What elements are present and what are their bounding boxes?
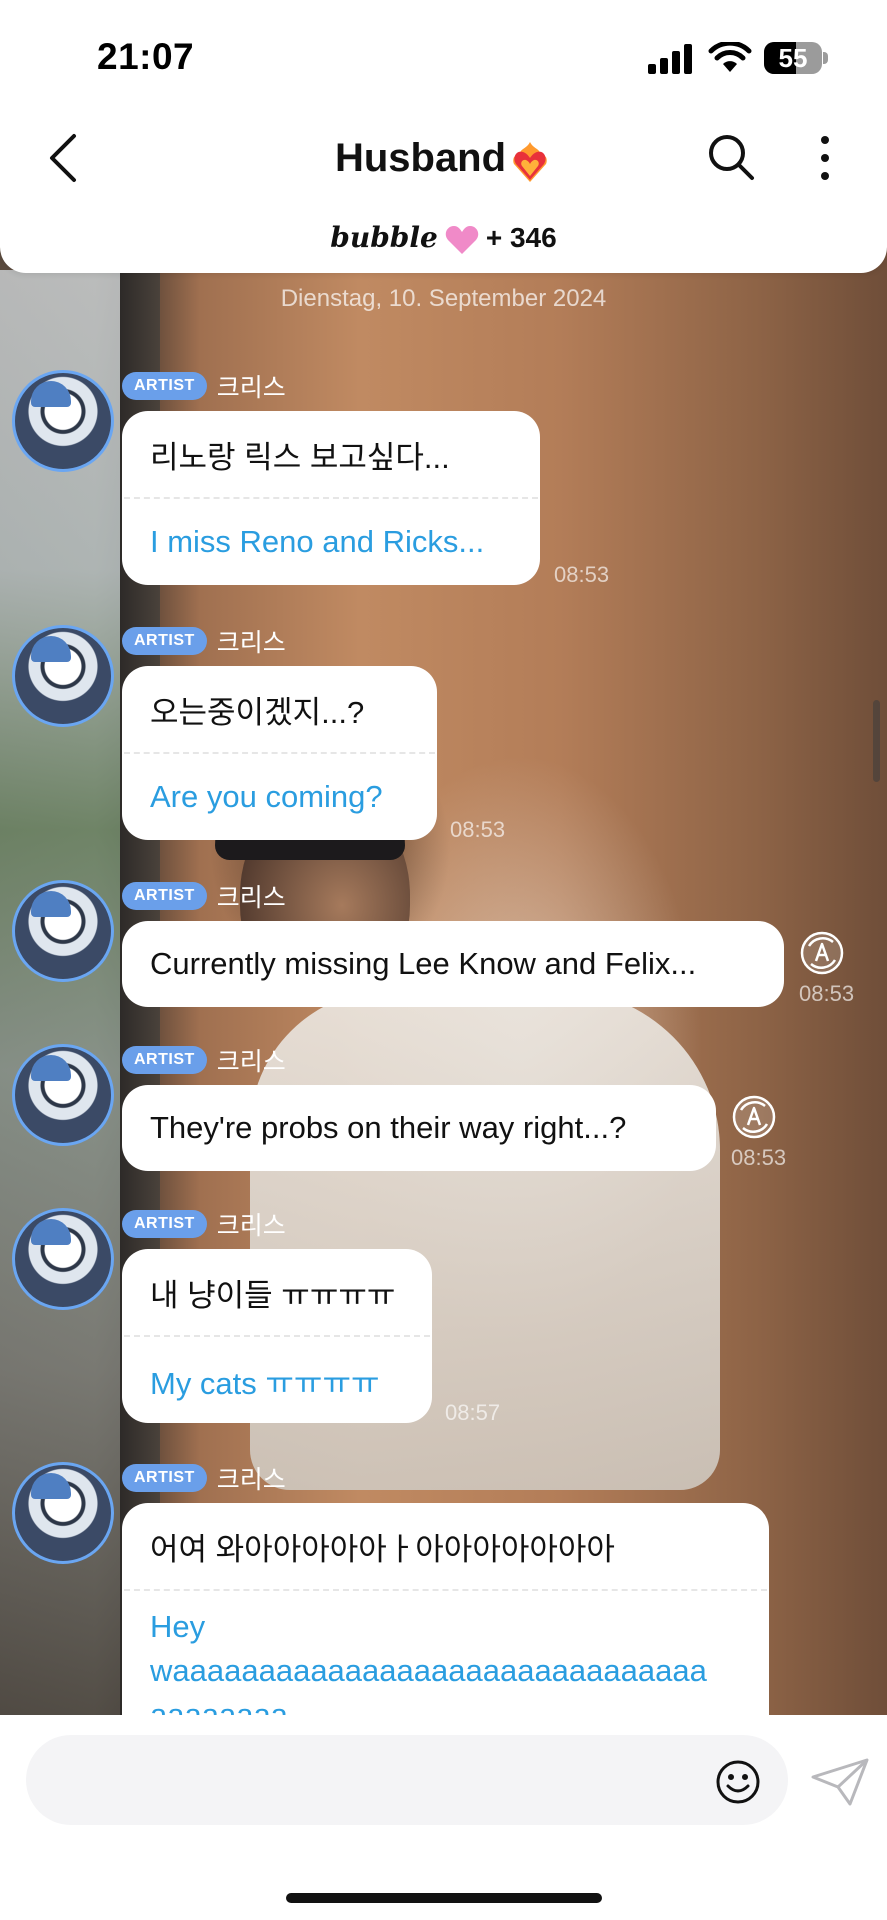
heart-on-fire-icon [513, 142, 547, 183]
message-text: 오는중이겠지...? [150, 694, 365, 730]
sender-name: 크리스 [216, 884, 286, 912]
artist-badge: ARTIST [122, 372, 207, 400]
message-translation: My cats ㅠㅠㅠㅠ [150, 1365, 380, 1401]
subscription-info: bubble + 346 [200, 218, 687, 258]
sender-name: 크리스 [216, 374, 286, 402]
sender-name: 크리스 [216, 1466, 286, 1494]
back-button[interactable] [44, 130, 84, 186]
message-time: 08:53 [799, 981, 855, 1006]
sender-name: 크리스 [216, 1048, 286, 1076]
message-bubble[interactable]: Currently missing Lee Know and Felix... [122, 921, 784, 1007]
artist-badge: ARTIST [122, 1210, 207, 1238]
message-text: 어여 와아아아아아ㅏ아아아아아아아 [150, 1531, 615, 1567]
pink-heart-icon [445, 225, 479, 254]
translation-line: aaaaaaaa [150, 1697, 288, 1715]
sender-name: 크리스 [216, 629, 286, 657]
sender-row: ARTIST 크리스 [122, 878, 286, 912]
artist-avatar[interactable] [12, 625, 114, 727]
message-text: 내 냥이들 ㅠㅠㅠㅠ [150, 1277, 396, 1313]
message-bubble[interactable]: 리노랑 릭스 보고싶다... I miss Reno and Ricks... [122, 411, 540, 585]
translation-line: Hey [150, 1609, 206, 1644]
message-time: 08:53 [554, 562, 610, 587]
artist-badge: ARTIST [122, 1464, 207, 1492]
battery-icon: 55 [764, 42, 822, 74]
battery-tip [823, 52, 828, 64]
message-bubble[interactable]: 오는중이겠지...? Are you coming? [122, 666, 437, 840]
message-bubble[interactable]: They're probs on their way right...? [122, 1085, 716, 1171]
sender-row: ARTIST 크리스 [122, 1206, 286, 1240]
message-time: 08:53 [450, 817, 506, 842]
artist-badge: ARTIST [122, 627, 207, 655]
message-input[interactable] [26, 1735, 788, 1825]
message-text: Currently missing Lee Know and Felix... [150, 946, 697, 981]
wifi-icon [708, 42, 752, 72]
message-translation: Are you coming? [150, 779, 383, 814]
emoji-button[interactable] [714, 1758, 762, 1806]
artist-badge: ARTIST [122, 1046, 207, 1074]
message-translation: I miss Reno and Ricks... [150, 524, 485, 559]
message-time: 08:53 [731, 1145, 787, 1170]
message-time: 08:57 [445, 1400, 501, 1425]
message-bubble[interactable]: 어여 와아아아아아ㅏ아아아아아아아 Hey waaaaaaaaaaaaaaaaa… [122, 1503, 769, 1715]
sender-name: 크리스 [216, 1212, 286, 1240]
status-time: 21:07 [97, 36, 195, 77]
chat-title-text: Husband [334, 136, 507, 180]
date-separator: Dienstag, 10. September 2024 [280, 285, 607, 312]
chat-title: Husband [200, 130, 687, 186]
sender-row: ARTIST 크리스 [122, 368, 286, 402]
send-button[interactable] [810, 1757, 870, 1807]
signal-icon [648, 44, 692, 74]
bubble-brand: bubble [330, 221, 438, 254]
message-composer [0, 1715, 887, 1920]
message-text: They're probs on their way right...? [150, 1110, 627, 1145]
artist-badge: ARTIST [122, 882, 207, 910]
battery-level: 55 [778, 43, 808, 73]
artist-avatar[interactable] [12, 1208, 114, 1310]
artist-avatar[interactable] [12, 880, 114, 982]
artist-avatar[interactable] [12, 370, 114, 472]
sender-row: ARTIST 크리스 [122, 1460, 286, 1494]
translate-icon[interactable] [799, 930, 845, 976]
artist-avatar[interactable] [12, 1462, 114, 1564]
home-indicator[interactable] [286, 1893, 602, 1903]
chat-header: 21:07 55 Husband bubble + 346 [0, 0, 887, 273]
artist-avatar[interactable] [12, 1044, 114, 1146]
message-bubble[interactable]: 내 냥이들 ㅠㅠㅠㅠ My cats ㅠㅠㅠㅠ [122, 1249, 432, 1423]
scrollbar[interactable] [873, 700, 880, 782]
search-button[interactable] [706, 132, 756, 182]
message-translation: Hey waaaaaaaaaaaaaaaaaaaaaaaaaaaaaaa aaa… [122, 1591, 769, 1715]
more-options-button[interactable] [815, 132, 835, 184]
sender-row: ARTIST 크리스 [122, 623, 286, 657]
subscriber-count: + 346 [485, 222, 557, 253]
sender-row: ARTIST 크리스 [122, 1042, 286, 1076]
translate-icon[interactable] [731, 1094, 777, 1140]
translation-line: waaaaaaaaaaaaaaaaaaaaaaaaaaaaaaa [150, 1653, 707, 1688]
message-text: 리노랑 릭스 보고싶다... [150, 439, 450, 475]
